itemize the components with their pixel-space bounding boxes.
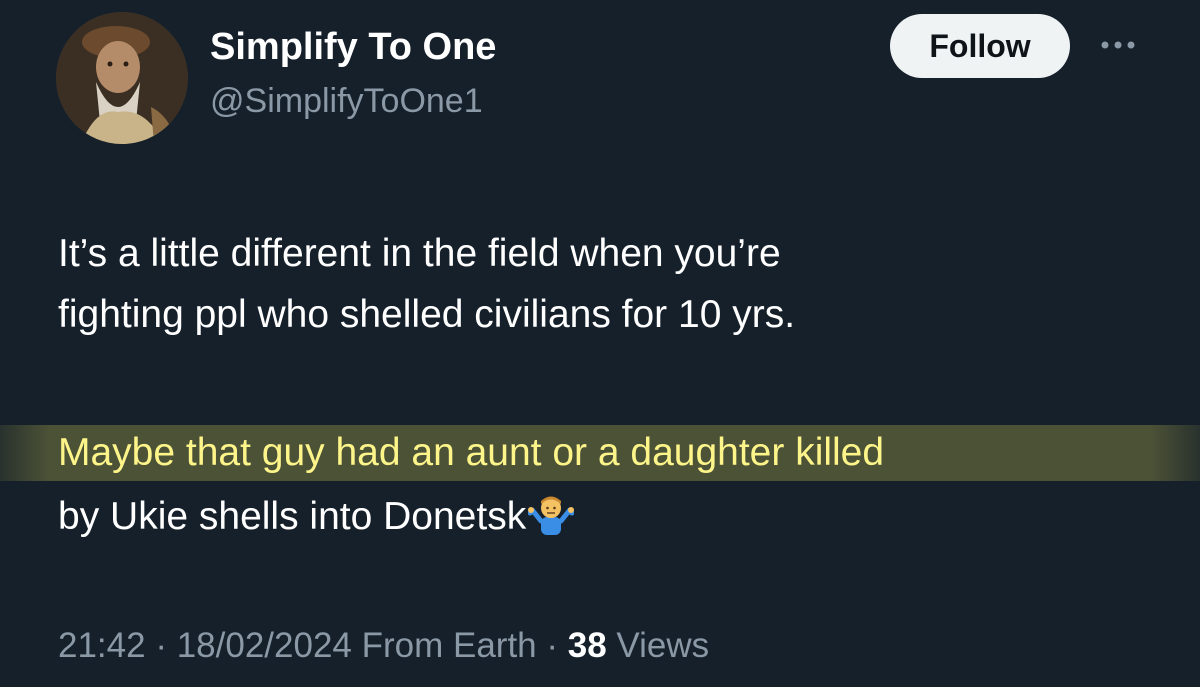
- tweet-text-line-highlighted: Maybe that guy had an aunt or a daughter…: [58, 431, 885, 474]
- separator-dot: ·: [145, 626, 177, 665]
- tweet-date[interactable]: 18/02/2024: [177, 626, 352, 665]
- views-count[interactable]: 38: [568, 626, 607, 665]
- tweet-metadata: 21:42 · 18/02/2024 From Earth · 38 Views: [58, 626, 709, 666]
- tweet-text-line: by Ukie shells into Donetsk: [58, 495, 527, 538]
- follow-button[interactable]: Follow: [890, 14, 1070, 78]
- man-shrugging-emoji-icon: [527, 493, 575, 552]
- tweet-text-line: It’s a little different in the field whe…: [58, 232, 781, 275]
- tweet-text-line-with-emoji: by Ukie shells into Donetsk: [58, 487, 1168, 552]
- more-horizontal-icon: [1101, 41, 1135, 49]
- tweet-text-line: fighting ppl who shelled civilians for 1…: [58, 293, 796, 336]
- author-handle[interactable]: @SimplifyToOne1: [210, 82, 483, 121]
- separator-dot: ·: [536, 626, 568, 665]
- portrait-avatar-icon: [56, 12, 188, 144]
- more-options-button[interactable]: [1096, 30, 1140, 60]
- author-display-name[interactable]: Simplify To One: [210, 26, 496, 69]
- tweet-time[interactable]: 21:42: [58, 626, 146, 665]
- author-avatar[interactable]: [56, 12, 188, 144]
- tweet-location: From Earth: [351, 626, 537, 665]
- views-label[interactable]: Views: [607, 626, 709, 665]
